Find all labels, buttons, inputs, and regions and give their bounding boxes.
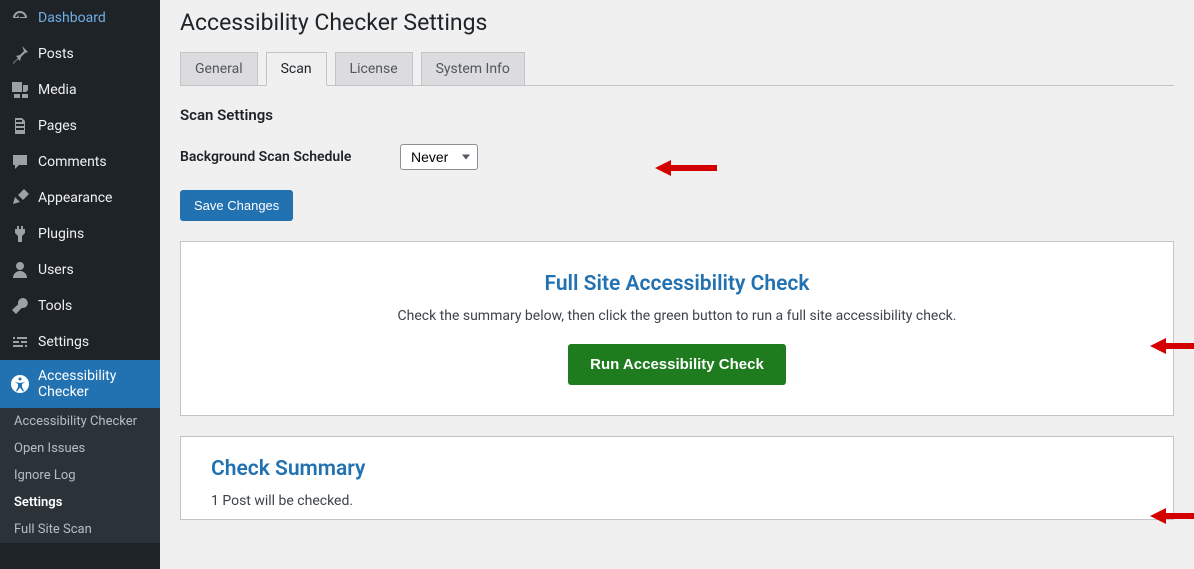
appearance-icon xyxy=(10,188,30,208)
pin-icon xyxy=(10,44,30,64)
submenu-item-full-site-scan[interactable]: Full Site Scan xyxy=(0,516,160,543)
plugin-icon xyxy=(10,224,30,244)
comments-icon xyxy=(10,152,30,172)
tab-system-info[interactable]: System Info xyxy=(421,52,525,85)
main-content: Accessibility Checker Settings General S… xyxy=(160,0,1194,569)
tab-license[interactable]: License xyxy=(335,52,413,85)
sidebar-item-label: Tools xyxy=(38,298,72,314)
save-changes-button[interactable]: Save Changes xyxy=(180,190,293,221)
tab-scan[interactable]: Scan xyxy=(266,52,327,86)
sidebar-submenu: Accessibility Checker Open Issues Ignore… xyxy=(0,408,160,543)
tools-icon xyxy=(10,296,30,316)
sidebar-item-label: Comments xyxy=(38,154,107,170)
submenu-item-ignore-log[interactable]: Ignore Log xyxy=(0,462,160,489)
sidebar-item-label: Plugins xyxy=(38,226,84,242)
submenu-item-settings[interactable]: Settings xyxy=(0,489,160,516)
sidebar-item-appearance[interactable]: Appearance xyxy=(0,180,160,216)
run-accessibility-check-button[interactable]: Run Accessibility Check xyxy=(568,344,786,385)
check-summary-card: Check Summary 1 Post will be checked. xyxy=(180,436,1174,520)
sidebar-item-label: Users xyxy=(38,262,74,278)
check-summary-text: 1 Post will be checked. xyxy=(211,493,1143,509)
sidebar-item-comments[interactable]: Comments xyxy=(0,144,160,180)
sidebar-item-label: Dashboard xyxy=(38,10,106,26)
page-title: Accessibility Checker Settings xyxy=(180,0,1174,40)
sidebar-item-posts[interactable]: Posts xyxy=(0,36,160,72)
media-icon xyxy=(10,80,30,100)
scan-settings-heading: Scan Settings xyxy=(180,106,1174,124)
scan-schedule-select[interactable]: Never xyxy=(400,144,478,170)
sidebar-item-pages[interactable]: Pages xyxy=(0,108,160,144)
sidebar-item-label: Pages xyxy=(38,118,77,134)
sidebar-item-tools[interactable]: Tools xyxy=(0,288,160,324)
full-site-check-card: Full Site Accessibility Check Check the … xyxy=(180,241,1174,416)
sidebar-item-accessibility-checker[interactable]: Accessibility Checker xyxy=(0,360,160,408)
sidebar-item-label: Appearance xyxy=(38,190,112,206)
submenu-item-accessibility-checker[interactable]: Accessibility Checker xyxy=(0,408,160,435)
admin-sidebar: Dashboard Posts Media Pages Comments App… xyxy=(0,0,160,569)
sidebar-item-plugins[interactable]: Plugins xyxy=(0,216,160,252)
sidebar-item-users[interactable]: Users xyxy=(0,252,160,288)
sidebar-item-label: Settings xyxy=(38,334,89,350)
sidebar-item-settings[interactable]: Settings xyxy=(0,324,160,360)
full-site-check-description: Check the summary below, then click the … xyxy=(211,308,1143,324)
scan-schedule-label: Background Scan Schedule xyxy=(180,149,400,165)
sidebar-item-label: Posts xyxy=(38,46,74,62)
settings-icon xyxy=(10,332,30,352)
tab-general[interactable]: General xyxy=(180,52,258,85)
sidebar-item-dashboard[interactable]: Dashboard xyxy=(0,0,160,36)
full-site-check-title: Full Site Accessibility Check xyxy=(211,272,1143,296)
accessibility-icon xyxy=(10,374,30,394)
sidebar-item-label: Media xyxy=(38,82,77,98)
tabs-nav: General Scan License System Info xyxy=(180,52,1174,86)
pages-icon xyxy=(10,116,30,136)
check-summary-title: Check Summary xyxy=(211,457,1143,481)
dashboard-icon xyxy=(10,8,30,28)
users-icon xyxy=(10,260,30,280)
scan-schedule-row: Background Scan Schedule Never xyxy=(180,144,1174,170)
submenu-item-open-issues[interactable]: Open Issues xyxy=(0,435,160,462)
sidebar-item-label: Accessibility Checker xyxy=(38,368,152,400)
sidebar-item-media[interactable]: Media xyxy=(0,72,160,108)
